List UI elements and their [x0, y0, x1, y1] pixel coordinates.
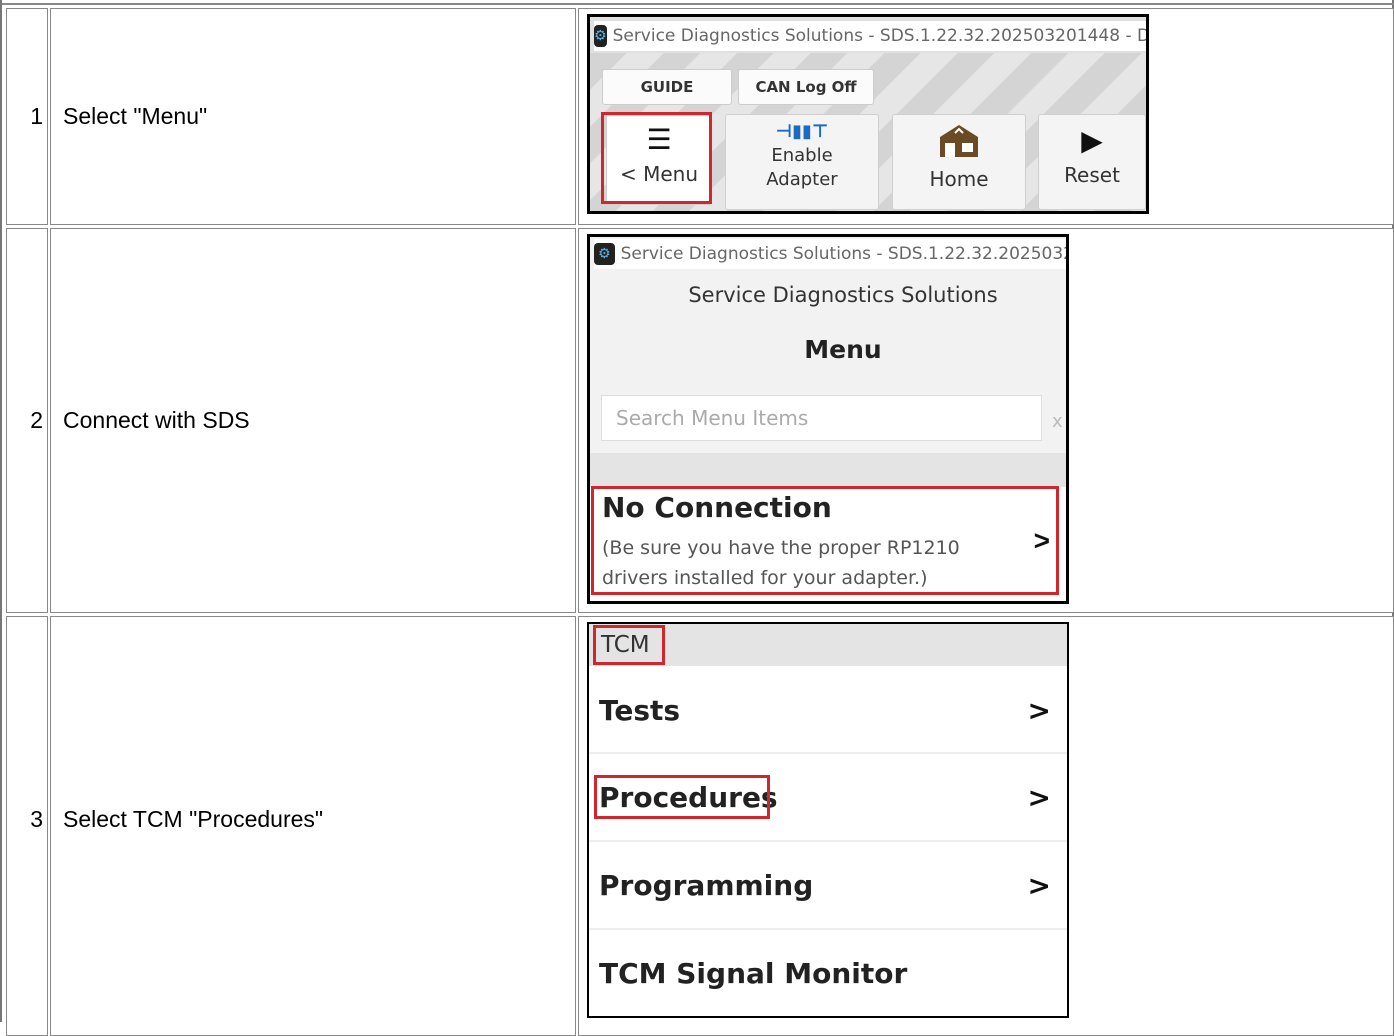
home-button[interactable]: Home [892, 114, 1026, 210]
step-text: Select "Menu" [50, 8, 576, 225]
menu-title: Menu [804, 335, 882, 364]
sds-app-icon: ⚙ [594, 25, 607, 47]
reset-label: Reset [1064, 163, 1120, 187]
menu-item-label: TCM Signal Monitor [599, 956, 908, 990]
search-clear-button[interactable]: x [1052, 411, 1063, 432]
home-icon [940, 125, 978, 157]
menu-item-tests[interactable]: Tests > [589, 668, 1067, 754]
enable-label: Enable [771, 145, 833, 166]
window-title: Service Diagnostics Solutions - SDS.1.22… [620, 244, 1069, 264]
row-number: 1 [6, 8, 48, 225]
search-placeholder: Search Menu Items [616, 406, 809, 430]
procedures-highlight-box [594, 775, 770, 819]
menu-item-label: Tests [599, 693, 681, 727]
reset-button[interactable]: ▶ Reset [1038, 114, 1146, 210]
title-bar: ⚙ Service Diagnostics Solutions - SDS.1.… [594, 21, 1149, 51]
row-number: 2 [6, 228, 48, 613]
window-title: Service Diagnostics Solutions - SDS.1.22… [612, 26, 1149, 46]
row-number-text: 1 [30, 103, 43, 129]
row-number: 3 [6, 616, 48, 1036]
chevron-right-icon: > [1027, 868, 1051, 902]
row-number-text: 3 [30, 806, 43, 832]
step-text: Select TCM "Procedures" [50, 616, 576, 1036]
menu-divider [590, 453, 1066, 489]
adapter-icon: ⊣▮▮⊤ [775, 121, 829, 142]
tcm-highlight-box [593, 625, 665, 665]
menu-highlight-box [601, 112, 712, 204]
menu-item-tcm-signal-monitor[interactable]: TCM Signal Monitor [589, 930, 1067, 1016]
table-top-border [2, 3, 1394, 5]
play-icon: ▶ [1081, 124, 1103, 157]
step-instruction: Select TCM "Procedures" [63, 806, 324, 832]
step-instruction: Select "Menu" [63, 103, 208, 129]
title-bar: ⚙ Service Diagnostics Solutions - SDS.1.… [594, 239, 1069, 269]
enable-adapter-button[interactable]: ⊣▮▮⊤ Enable Adapter [725, 114, 879, 210]
sds-app-icon: ⚙ [594, 243, 615, 265]
tcm-menu-screenshot: TCM Tests > Procedures > Programming > T… [587, 622, 1069, 1018]
can-log-label: CAN Log Off [755, 78, 857, 96]
step-instruction: Connect with SDS [63, 407, 250, 433]
menu-item-label: Programming [599, 868, 814, 902]
menu-item-programming[interactable]: Programming > [589, 842, 1067, 930]
row-number-text: 2 [30, 407, 43, 433]
guide-button[interactable]: GUIDE [602, 69, 732, 105]
no-connection-highlight-box [591, 486, 1059, 595]
search-input[interactable]: Search Menu Items [601, 395, 1042, 441]
home-label: Home [929, 167, 989, 191]
can-log-off-button[interactable]: CAN Log Off [738, 69, 874, 105]
chevron-right-icon: > [1027, 780, 1051, 814]
app-header: Service Diagnostics Solutions [688, 283, 998, 307]
guide-label: GUIDE [640, 78, 694, 96]
step-text: Connect with SDS [50, 228, 576, 613]
chevron-right-icon: > [1027, 693, 1051, 727]
adapter-label: Adapter [766, 169, 838, 190]
